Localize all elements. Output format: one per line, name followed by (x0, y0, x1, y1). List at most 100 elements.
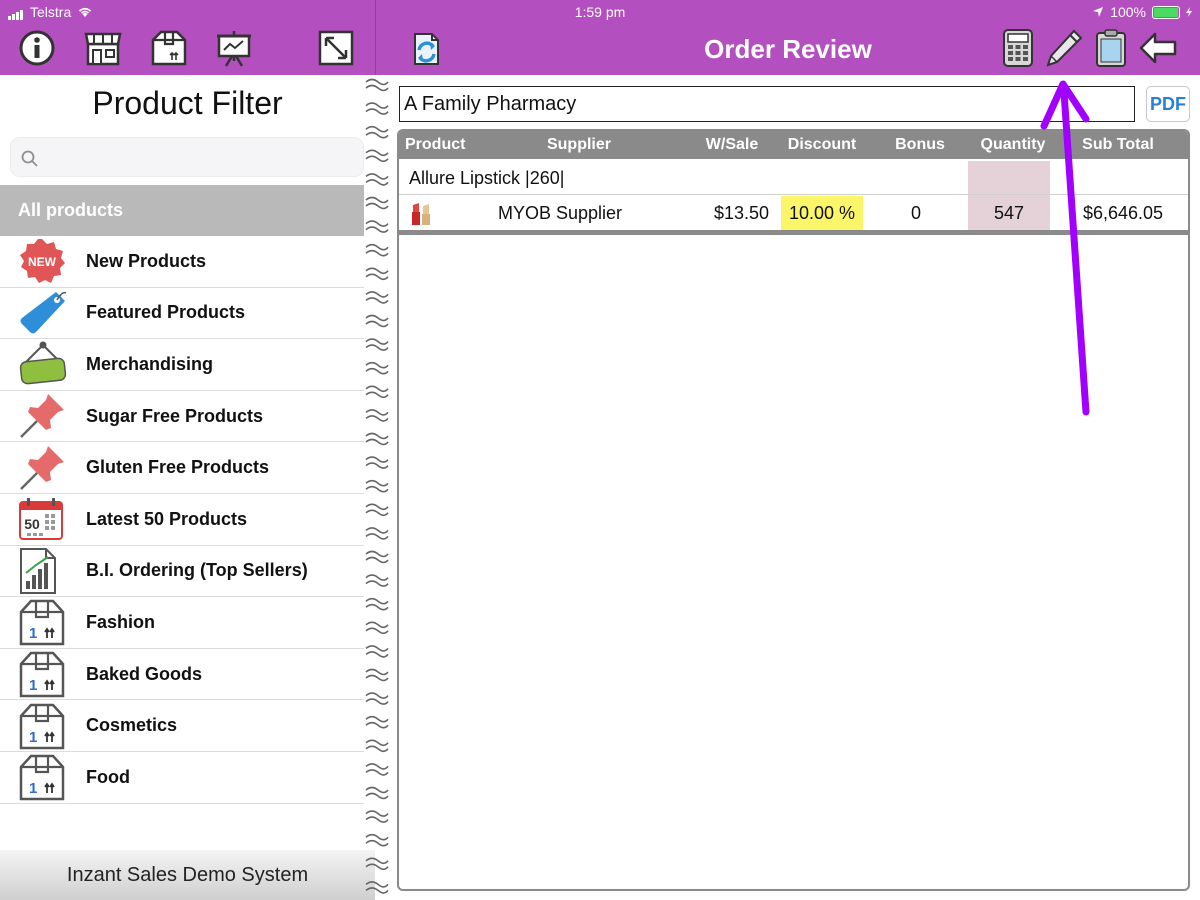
spiral-ring (365, 597, 389, 611)
sidebar-item-featured-products[interactable]: Featured Products (0, 288, 364, 340)
spiral-ring (365, 645, 389, 658)
spiral-ring (365, 550, 389, 564)
bar-chart-icon (20, 547, 56, 594)
sidebar-item-label: Merchandising (86, 353, 214, 374)
spiral-ring (365, 715, 389, 729)
sidebar-item-gluten-free-products[interactable]: Gluten Free Products (0, 442, 364, 494)
all-products-item[interactable]: All products (0, 185, 364, 236)
box-icon: 1 (19, 754, 65, 801)
spiral-ring (365, 243, 389, 257)
battery-icon (1152, 5, 1180, 19)
spiral-ring (365, 432, 389, 446)
spiral-ring (365, 692, 389, 705)
tag-icon (20, 291, 67, 334)
expand-icon[interactable] (316, 28, 356, 68)
spiral-ring (365, 786, 389, 800)
spiral-ring (365, 763, 389, 776)
clock: 1:59 pm (574, 4, 626, 20)
spiral-ring (365, 78, 389, 92)
presentation-icon[interactable] (214, 28, 254, 68)
lipstick-icon (409, 196, 433, 230)
spiral-ring (365, 220, 389, 233)
spiral-ring (365, 456, 389, 469)
spiral-ring (365, 833, 389, 847)
pushpin-icon (20, 394, 64, 438)
new-badge-icon: NEW (20, 239, 65, 284)
sidebar-item-baked-goods[interactable]: 1 Baked Goods (0, 649, 364, 701)
spiral-ring (365, 385, 389, 399)
sidebar-item-label: Gluten Free Products (86, 457, 270, 478)
sidebar-item-label: Fashion (86, 611, 156, 632)
customer-name-field[interactable]: A Family Pharmacy (399, 86, 1135, 122)
spiral-ring (365, 479, 389, 493)
search-icon (21, 150, 38, 167)
box-toolbar-icon[interactable] (149, 28, 189, 68)
spiral-ring (365, 125, 389, 139)
spiral-ring (365, 361, 389, 375)
column-header-wsale: W/Sale (705, 136, 759, 153)
sidebar-item-food[interactable]: 1 Food (0, 752, 364, 804)
sidebar-item-label: Cosmetics (86, 715, 178, 736)
spiral-ring (365, 574, 389, 587)
hanging-sign-icon (19, 341, 67, 385)
search-input[interactable] (10, 137, 364, 177)
column-header-bonus: Bonus (895, 136, 945, 153)
sidebar-item-merchandising[interactable]: Merchandising (0, 339, 364, 391)
spiral-ring (365, 857, 389, 871)
page-title: Order Review (704, 34, 872, 64)
spiral-binding (365, 78, 389, 894)
svg-text:1: 1 (29, 729, 37, 746)
pdf-button[interactable]: PDF (1146, 86, 1190, 122)
product-filter-panel: Product Filter All products NEW New Prod… (0, 75, 375, 900)
svg-text:1: 1 (29, 780, 37, 797)
spiral-ring (365, 668, 389, 682)
back-arrow-icon[interactable] (1138, 28, 1178, 68)
spiral-ring (365, 503, 389, 517)
location-icon (1093, 7, 1104, 17)
calendar-icon: 50 (19, 498, 63, 541)
pencil-icon[interactable] (1044, 28, 1084, 68)
charging-icon (1186, 7, 1192, 17)
clipboard-icon[interactable] (1091, 28, 1131, 68)
sidebar-item-latest-50-products[interactable]: 50 Latest 50 Products (0, 494, 364, 546)
box-icon: 1 (19, 651, 65, 698)
sidebar-item-label: B.I. Ordering (Top Sellers) (86, 560, 308, 581)
sidebar-item-bi-ordering[interactable]: B.I. Ordering (Top Sellers) (0, 546, 364, 598)
svg-text:1: 1 (29, 677, 37, 694)
column-header-product: Product (405, 136, 466, 153)
sidebar-item-cosmetics[interactable]: 1 Cosmetics (0, 700, 364, 752)
spiral-ring (365, 409, 389, 422)
sidebar-item-label: Baked Goods (86, 663, 203, 684)
annotation-arrow (1040, 80, 1090, 416)
spiral-ring (365, 267, 389, 281)
sync-icon[interactable] (406, 28, 446, 68)
cell-discount[interactable]: 10.00 % (781, 196, 863, 230)
sidebar-item-label: Featured Products (86, 302, 246, 323)
column-header-discount: Discount (787, 136, 857, 153)
sidebar-item-new-products[interactable]: NEW New Products (0, 236, 364, 288)
spiral-ring (365, 173, 389, 186)
spiral-ring (365, 881, 389, 894)
new-badge-text: NEW (28, 255, 57, 269)
status-bar: Telstra 1:59 pm 100% (0, 0, 1200, 24)
sidebar-item-fashion[interactable]: 1 Fashion (0, 597, 364, 649)
column-header-supplier: Supplier (546, 136, 611, 153)
spiral-ring (365, 527, 389, 540)
cell-bonus[interactable]: 0 (875, 196, 957, 230)
category-list: NEW New Products Featured Products Merch… (0, 236, 364, 804)
sidebar-item-label: Food (86, 766, 130, 787)
spiral-ring (365, 810, 389, 823)
box-icon: 1 (19, 600, 65, 646)
product-filter-title: Product Filter (92, 85, 283, 121)
sidebar-item-label: New Products (86, 250, 207, 271)
calendar-number: 50 (24, 516, 40, 532)
sidebar-item-sugar-free-products[interactable]: Sugar Free Products (0, 391, 364, 443)
store-icon[interactable] (83, 28, 123, 68)
info-icon[interactable] (17, 28, 57, 68)
spiral-ring (365, 739, 389, 753)
spiral-ring (365, 149, 389, 163)
spiral-ring (365, 314, 389, 328)
footer-system-name: Inzant Sales Demo System (0, 850, 375, 900)
svg-text:1: 1 (29, 625, 37, 642)
calculator-icon[interactable] (998, 28, 1038, 68)
